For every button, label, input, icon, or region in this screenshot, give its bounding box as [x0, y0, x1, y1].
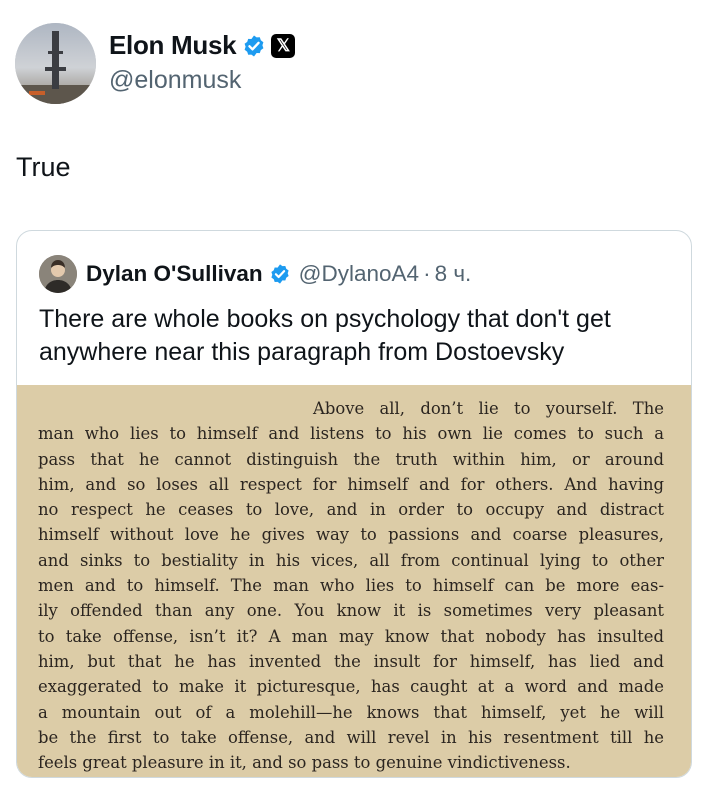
- excerpt-line: be the first to take offense, and will r…: [38, 727, 664, 747]
- author-name-row: Elon Musk 𝕏: [109, 30, 296, 61]
- excerpt-line: him, but that he has invented the insult…: [38, 651, 664, 671]
- book-excerpt-image[interactable]: Above all, don’t lie to yourself. The ma…: [17, 385, 691, 777]
- quoted-header: Dylan O'Sullivan @DylanoA4 · 8 ч.: [39, 255, 471, 293]
- excerpt-line: him, and so loses all respect for himsel…: [38, 474, 664, 494]
- quoted-author-handle[interactable]: @DylanoA4: [299, 261, 419, 287]
- excerpt-line: a mountain out of a molehill—he knows th…: [38, 702, 664, 722]
- excerpt-line: ily offended than any one. You know it i…: [38, 601, 664, 621]
- excerpt-line: feels great pleasure in it, and so pass …: [38, 753, 571, 773]
- author-avatar[interactable]: [15, 23, 96, 104]
- book-excerpt-text: Above all, don’t lie to yourself. The ma…: [38, 396, 664, 775]
- excerpt-line: pass that he cannot distinguish the trut…: [38, 449, 664, 469]
- excerpt-line: man who lies to himself and listens to h…: [38, 424, 664, 444]
- excerpt-line: no respect he ceases to love, and in ord…: [38, 500, 664, 520]
- verified-badge-icon: [244, 35, 264, 56]
- excerpt-line: men and to himself. The man who lies to …: [38, 576, 664, 596]
- quoted-timestamp[interactable]: 8 ч.: [435, 261, 472, 287]
- author-name[interactable]: Elon Musk: [109, 30, 237, 61]
- quoted-tweet-text: There are whole books on psychology that…: [39, 305, 611, 366]
- excerpt-line: to take offense, isn’t it? A man may kno…: [38, 626, 664, 646]
- quoted-separator: ·: [423, 261, 431, 286]
- quoted-tweet-card[interactable]: Dylan O'Sullivan @DylanoA4 · 8 ч. There …: [16, 230, 692, 778]
- author-handle[interactable]: @elonmusk: [109, 66, 241, 95]
- excerpt-line: Above all, don’t lie to yourself. The: [313, 399, 664, 418]
- excerpt-line: and sinks to bestiality in his vices, al…: [38, 550, 664, 570]
- quoted-author-name[interactable]: Dylan O'Sullivan: [86, 261, 263, 287]
- excerpt-line: exaggerated to make it picturesque, has …: [38, 677, 664, 697]
- verified-badge-icon: [271, 264, 289, 284]
- x-logo-icon: 𝕏: [271, 33, 296, 58]
- tweet-text: True: [16, 152, 71, 182]
- quoted-avatar[interactable]: [39, 255, 77, 293]
- excerpt-line: himself without love he gives way to pas…: [38, 525, 664, 545]
